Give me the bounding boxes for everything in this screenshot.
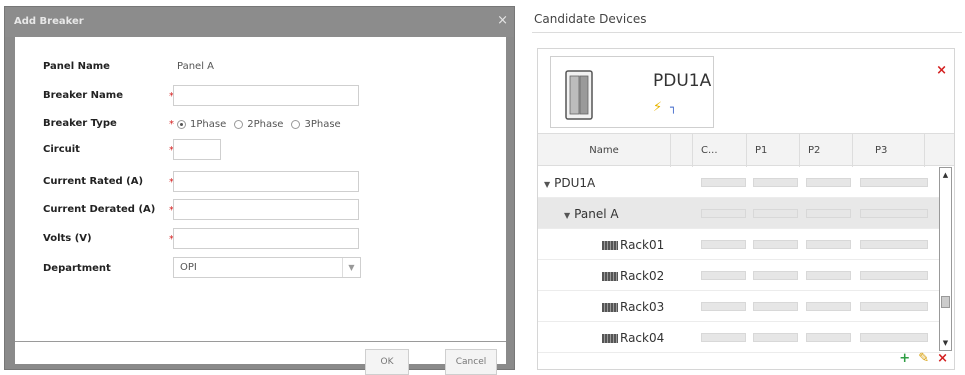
power-bolt-icon: ⚡ <box>653 100 663 115</box>
delete-icon[interactable]: × <box>937 351 948 366</box>
candidate-devices-title: Candidate Devices <box>534 12 647 26</box>
device-name: PDU1A <box>653 71 712 91</box>
cancel-button[interactable]: Cancel <box>445 349 497 375</box>
table-row[interactable]: Rack04 <box>538 322 940 353</box>
expand-triangle-icon[interactable]: ▼ <box>544 180 550 189</box>
rack-icon <box>602 272 618 281</box>
panel-name-value: Panel A <box>177 61 214 72</box>
expand-triangle-icon[interactable]: ▼ <box>564 211 570 220</box>
scroll-up-icon[interactable]: ▲ <box>940 168 951 182</box>
ok-button[interactable]: OK <box>365 349 409 375</box>
dialog-title-bar: Add Breaker × <box>5 7 514 37</box>
cell <box>753 240 798 249</box>
table-row[interactable]: Rack03 <box>538 291 940 322</box>
cell <box>860 178 928 187</box>
cell <box>701 209 746 218</box>
column-header-p2[interactable]: P2 <box>800 134 853 167</box>
current-derated-label: Current Derated (A) <box>43 204 156 215</box>
volts-label: Volts (V) <box>43 233 92 244</box>
cell <box>806 209 851 218</box>
row-label: Rack01 <box>602 238 664 252</box>
scroll-down-icon[interactable]: ▼ <box>940 336 951 350</box>
dialog-footer-divider <box>15 341 506 342</box>
table-header: Name C... P1 P2 P3 <box>538 133 954 167</box>
cell <box>806 333 851 342</box>
department-label: Department <box>43 263 111 274</box>
panel-actions: + ✎ × <box>899 351 948 366</box>
volts-input[interactable] <box>173 228 359 249</box>
cell <box>860 240 928 249</box>
add-breaker-dialog: Add Breaker × Panel Name Panel A Breaker… <box>4 6 515 375</box>
row-label: Rack03 <box>602 300 664 314</box>
cell <box>701 271 746 280</box>
current-rated-input[interactable] <box>173 171 359 192</box>
radio-1phase[interactable] <box>177 120 186 129</box>
cell <box>701 240 746 249</box>
breaker-type-label: Breaker Type <box>43 118 117 129</box>
add-icon[interactable]: + <box>899 351 910 366</box>
cell <box>753 302 798 311</box>
department-value: OPI <box>180 262 197 273</box>
dialog-title: Add Breaker <box>14 16 84 27</box>
column-header-spacer <box>671 134 693 167</box>
scrollbar-thumb[interactable] <box>941 296 950 308</box>
cell <box>753 333 798 342</box>
plug-icon: ┐ <box>670 101 677 114</box>
table-row[interactable]: ▼ PDU1A <box>538 167 940 198</box>
current-derated-input[interactable] <box>173 199 359 220</box>
cell <box>753 178 798 187</box>
cell <box>860 302 928 311</box>
radio-2phase-label: 2Phase <box>247 119 284 130</box>
current-rated-label: Current Rated (A) <box>43 176 144 187</box>
cell <box>701 333 746 342</box>
cell <box>701 178 746 187</box>
rack-icon <box>602 241 618 250</box>
row-label: Rack02 <box>602 269 664 283</box>
device-card[interactable]: PDU1A ⚡ ┐ <box>550 56 714 128</box>
cell <box>753 271 798 280</box>
rack-icon <box>602 303 618 312</box>
cell <box>753 209 798 218</box>
circuit-input[interactable] <box>173 139 221 160</box>
row-label: ▼ PDU1A <box>544 176 596 190</box>
radio-1phase-label: 1Phase <box>190 119 227 130</box>
rack-device-icon <box>565 70 593 120</box>
close-icon[interactable]: × <box>497 13 508 28</box>
circuit-label: Circuit <box>43 144 80 155</box>
column-header-p1[interactable]: P1 <box>747 134 800 167</box>
department-select[interactable]: OPI ▼ <box>173 257 361 278</box>
cell <box>860 271 928 280</box>
row-label: Rack04 <box>602 331 664 345</box>
cell <box>806 178 851 187</box>
cell <box>806 271 851 280</box>
breaker-name-input[interactable] <box>173 85 359 106</box>
vertical-scrollbar[interactable]: ▲ ▼ <box>939 167 952 351</box>
cell <box>806 302 851 311</box>
title-divider <box>532 32 962 33</box>
column-header-name[interactable]: Name <box>538 134 671 167</box>
row-label: ▼ Panel A <box>564 207 619 221</box>
table-row[interactable]: ▼ Panel A <box>538 198 940 229</box>
cell <box>860 209 928 218</box>
dialog-body: Panel Name Panel A Breaker Name * Breake… <box>15 37 506 375</box>
column-header-p3[interactable]: P3 <box>853 134 925 167</box>
cell <box>806 240 851 249</box>
cell <box>860 333 928 342</box>
radio-3phase-label: 3Phase <box>304 119 341 130</box>
radio-2phase[interactable] <box>234 120 244 129</box>
radio-3phase[interactable] <box>291 120 301 129</box>
breaker-type-radio-group: 1Phase 2Phase 3Phase <box>173 119 341 130</box>
close-icon[interactable]: × <box>936 63 947 78</box>
table-row[interactable]: Rack02 <box>538 260 940 291</box>
cell <box>701 302 746 311</box>
table-row[interactable]: Rack01 <box>538 229 940 260</box>
breaker-name-label: Breaker Name <box>43 90 123 101</box>
chevron-down-icon[interactable]: ▼ <box>342 258 360 277</box>
rack-icon <box>602 334 618 343</box>
column-header-c[interactable]: C... <box>693 134 747 167</box>
panel-name-label: Panel Name <box>43 61 110 72</box>
candidate-devices-panel: PDU1A ⚡ ┐ × Name C... P1 P2 P3 ▼ PDU1A ▼ P… <box>537 48 955 370</box>
edit-icon[interactable]: ✎ <box>918 351 929 366</box>
